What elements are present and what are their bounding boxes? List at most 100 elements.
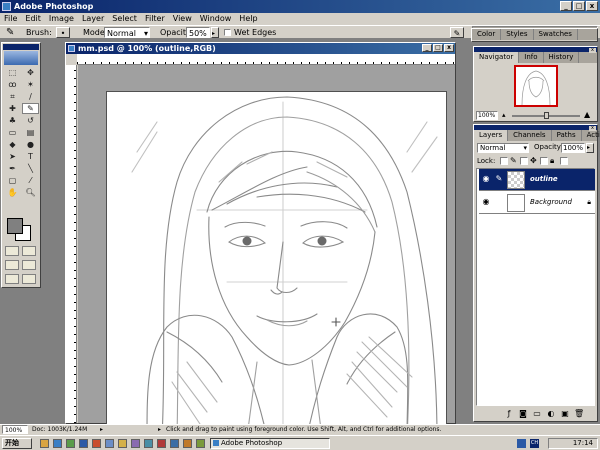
tab-history[interactable]: History	[544, 52, 580, 63]
layer-row-background[interactable]: ◉ Background 🔒︎	[479, 192, 595, 214]
menu-layer[interactable]: Layer	[82, 13, 104, 25]
menu-window[interactable]: Window	[200, 13, 232, 25]
layer-set-icon[interactable]: ▭	[532, 409, 542, 419]
menu-help[interactable]: Help	[239, 13, 257, 25]
quicklaunch-icon[interactable]	[183, 439, 192, 448]
tab-actions[interactable]: Actions	[582, 130, 600, 141]
quicklaunch-icon[interactable]	[118, 439, 127, 448]
tab-layers[interactable]: Layers	[474, 130, 509, 141]
clock[interactable]: 17:14	[573, 439, 593, 447]
pen-tool-icon[interactable]: ✒	[4, 163, 21, 174]
menu-edit[interactable]: Edit	[25, 13, 41, 25]
quicklaunch-icon[interactable]	[170, 439, 179, 448]
standard-mode-icon[interactable]	[5, 246, 19, 256]
quicklaunch-icon[interactable]	[79, 439, 88, 448]
clone-stamp-tool-icon[interactable]: ♣	[4, 115, 21, 126]
eyedropper-tool-icon[interactable]: ⁄	[22, 175, 39, 186]
tab-paths[interactable]: Paths	[552, 130, 582, 141]
doc-maximize-button[interactable]: □	[433, 44, 443, 52]
canvas-area[interactable]	[78, 65, 455, 438]
lock-all-checkbox[interactable]	[560, 157, 568, 165]
quicklaunch-icon[interactable]	[144, 439, 153, 448]
notes-tool-icon[interactable]: ▢	[4, 175, 21, 186]
brush-picker[interactable]: •	[56, 27, 70, 38]
adjustment-layer-icon[interactable]: ◐	[546, 409, 556, 419]
new-layer-icon[interactable]: ▣	[560, 409, 570, 419]
zoom-in-icon[interactable]: ▲	[584, 110, 590, 119]
history-brush-tool-icon[interactable]: ↺	[22, 115, 39, 126]
quicklaunch-icon[interactable]	[92, 439, 101, 448]
crop-tool-icon[interactable]: ⌗	[4, 91, 21, 102]
tab-styles[interactable]: Styles	[501, 29, 534, 40]
navigator-thumbnail[interactable]	[514, 65, 558, 107]
menu-filter[interactable]: Filter	[145, 13, 165, 25]
doc-minimize-button[interactable]: _	[422, 44, 432, 52]
visibility-eye-icon[interactable]: ◉	[481, 197, 491, 207]
input-method-icon[interactable]: CH	[530, 439, 539, 448]
start-button[interactable]: 开始	[2, 438, 32, 449]
foreground-color-swatch[interactable]	[7, 218, 23, 234]
brush-tool-icon[interactable]: ✎	[6, 27, 14, 38]
taskbar-button-photoshop[interactable]: Adobe Photoshop	[210, 438, 330, 449]
visibility-eye-icon[interactable]: ◉	[481, 174, 491, 184]
slice-tool-icon[interactable]: ∕	[22, 91, 39, 102]
doc-size-info[interactable]: Doc: 1003K/1.24M	[32, 425, 87, 435]
menu-file[interactable]: File	[4, 13, 17, 25]
path-select-tool-icon[interactable]: ➤	[4, 151, 21, 162]
airbrush-icon[interactable]: ✎	[450, 27, 464, 38]
status-arrow-icon[interactable]: ▸	[100, 425, 103, 435]
layer-row-outline[interactable]: ◉ ✎ outline	[479, 169, 595, 191]
healing-tool-icon[interactable]: ✚	[4, 103, 21, 114]
opacity-input[interactable]: 50%	[186, 27, 210, 38]
quick-mask-icon[interactable]	[22, 246, 36, 256]
blend-mode-select[interactable]: Normal ▾	[477, 143, 529, 153]
quicklaunch-icon[interactable]	[40, 439, 49, 448]
zoom-tool-icon[interactable]: 🔍︎	[22, 187, 39, 198]
vertical-ruler[interactable]	[66, 65, 77, 423]
horizontal-ruler[interactable]	[77, 54, 455, 65]
status-zoom-input[interactable]: 100%	[2, 425, 28, 434]
move-tool-icon[interactable]: ✥	[22, 67, 39, 78]
navigator-close-icon[interactable]: x	[589, 48, 596, 53]
screen-mode-full-icon[interactable]	[22, 260, 36, 270]
tab-info[interactable]: Info	[519, 52, 544, 63]
close-button[interactable]: x	[586, 1, 598, 11]
tab-swatches[interactable]: Swatches	[534, 29, 578, 40]
tray-icon[interactable]	[517, 439, 526, 448]
gradient-tool-icon[interactable]: ▤	[22, 127, 39, 138]
mode-select[interactable]: Normal ▾	[104, 27, 150, 38]
doc-close-button[interactable]: x	[444, 44, 454, 52]
layer-mask-icon[interactable]: ◙	[518, 409, 528, 419]
document-title-bar[interactable]: mm.psd @ 100% (outline,RGB) _ □ x	[66, 43, 455, 54]
quicklaunch-icon[interactable]	[157, 439, 166, 448]
hand-tool-icon[interactable]: ✋	[4, 187, 21, 198]
maximize-button[interactable]: □	[573, 1, 585, 11]
tab-color[interactable]: Color	[472, 29, 502, 40]
screen-mode-fullscreen-icon[interactable]	[5, 274, 19, 284]
layer-style-icon[interactable]: ƒ	[504, 409, 514, 419]
layer-opacity-input[interactable]: 100%	[561, 143, 585, 153]
tab-channels[interactable]: Channels	[508, 130, 552, 141]
marquee-tool-icon[interactable]: ⬚	[4, 67, 21, 78]
jump-to-imageready-icon[interactable]	[22, 274, 36, 284]
lock-position-checkbox[interactable]	[540, 157, 548, 165]
tab-navigator[interactable]: Navigator	[474, 52, 520, 63]
type-tool-icon[interactable]: T	[22, 151, 39, 162]
quicklaunch-icon[interactable]	[66, 439, 75, 448]
eraser-tool-icon[interactable]: ▭	[4, 127, 21, 138]
menu-select[interactable]: Select	[112, 13, 137, 25]
zoom-slider-thumb[interactable]	[544, 112, 549, 119]
lock-image-checkbox[interactable]	[520, 157, 528, 165]
layers-close-icon[interactable]: x	[589, 126, 596, 131]
quicklaunch-icon[interactable]	[53, 439, 62, 448]
toolbox-logo[interactable]	[4, 51, 38, 65]
trash-icon[interactable]: 🗑︎	[574, 409, 584, 419]
menu-view[interactable]: View	[173, 13, 192, 25]
zoom-out-icon[interactable]: ▴	[502, 111, 506, 119]
image-canvas[interactable]	[106, 91, 447, 438]
layer-opacity-arrow-icon[interactable]: ▸	[586, 143, 594, 153]
quicklaunch-icon[interactable]	[105, 439, 114, 448]
navigator-zoom-input[interactable]: 100%	[476, 111, 498, 120]
opacity-arrow-icon[interactable]: ▸	[211, 27, 219, 38]
shape-tool-icon[interactable]: ╲	[22, 163, 39, 174]
